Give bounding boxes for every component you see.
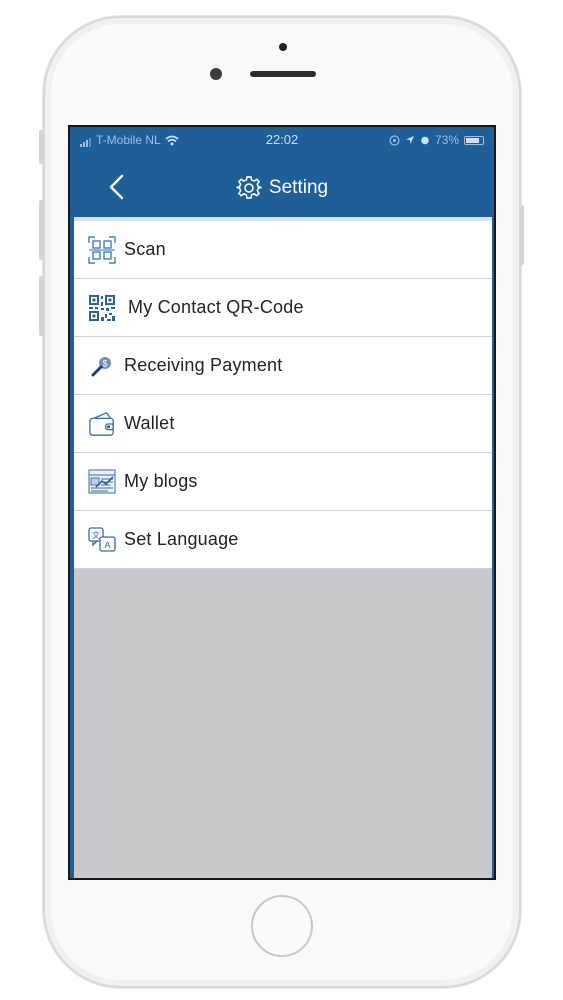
volume-down-button [39, 276, 43, 336]
page-title: Setting [70, 175, 494, 201]
language-icon: 文 A [88, 526, 116, 554]
menu-item-set-language[interactable]: 文 A Set Language [74, 511, 492, 569]
status-right: 73% [389, 133, 484, 147]
rotation-lock-icon [389, 134, 400, 146]
wallet-icon [88, 410, 116, 438]
menu-item-label: Receiving Payment [124, 355, 283, 375]
battery-icon [464, 135, 484, 145]
blog-icon [88, 468, 116, 496]
location-icon [405, 136, 414, 144]
menu-item-scan[interactable]: Scan [74, 221, 492, 279]
volume-up-button [39, 200, 43, 260]
status-bar: T-Mobile NL 22:02 73% [70, 127, 494, 153]
battery-percent: 73% [434, 133, 459, 147]
menu-item-label: Wallet [124, 413, 175, 433]
home-button[interactable] [251, 895, 313, 957]
proximity-sensor [279, 43, 287, 51]
phone-screen: T-Mobile NL 22:02 73% Setting Scan My Co… [68, 125, 496, 880]
page-title-text: Setting [268, 177, 329, 198]
svg-text:$: $ [102, 358, 107, 368]
settings-menu: Scan My Contact QR-Code $ Receiving Paym… [74, 221, 492, 569]
menu-item-label: My Contact QR-Code [128, 297, 304, 317]
alarm-icon [421, 136, 429, 145]
payment-icon: $ [88, 352, 116, 380]
svg-text:文: 文 [92, 530, 100, 540]
menu-item-label: Set Language [124, 529, 239, 549]
menu-item-receiving-payment[interactable]: $ Receiving Payment [74, 337, 492, 395]
menu-item-qr-code[interactable]: My Contact QR-Code [74, 279, 492, 337]
menu-item-label: My blogs [124, 471, 198, 491]
gear-icon [236, 176, 262, 199]
navigation-bar: Setting [70, 153, 494, 217]
mute-switch [39, 130, 43, 164]
earpiece-speaker [250, 71, 316, 77]
scan-icon [88, 235, 116, 264]
front-camera [210, 68, 222, 80]
settings-content: Scan My Contact QR-Code $ Receiving Paym… [74, 217, 492, 878]
power-button [520, 205, 524, 265]
menu-item-my-blogs[interactable]: My blogs [74, 453, 492, 511]
menu-item-wallet[interactable]: Wallet [74, 395, 492, 453]
svg-text:A: A [104, 540, 110, 550]
qr-code-icon [88, 294, 116, 322]
menu-item-label: Scan [124, 239, 166, 259]
